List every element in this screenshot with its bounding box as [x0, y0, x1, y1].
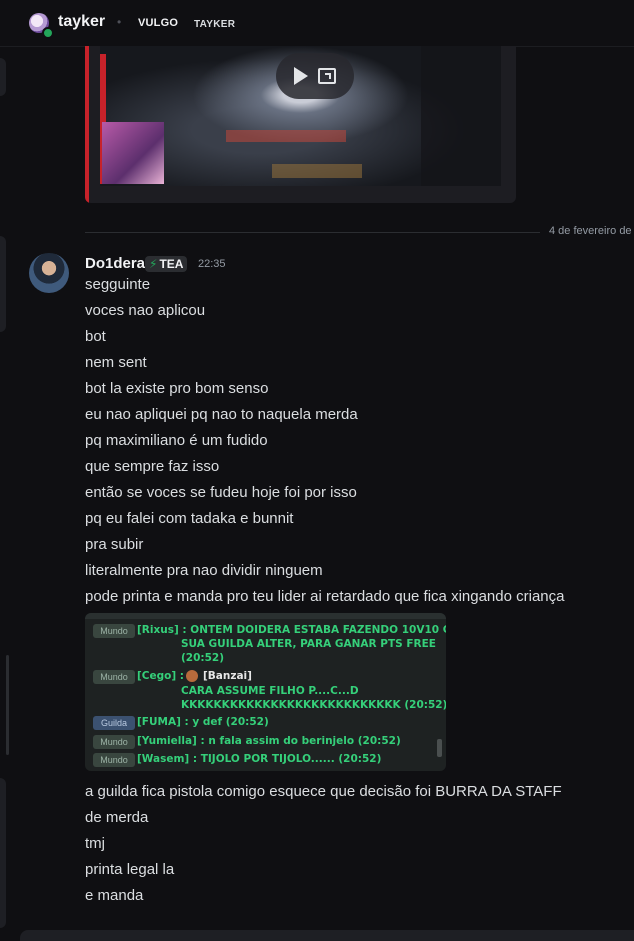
- thumbnail-overlay-image: [102, 122, 164, 184]
- date-divider-line: [85, 232, 540, 233]
- thumbnail-panel: [421, 46, 501, 186]
- message-line: tmj: [85, 835, 105, 852]
- message-line: literalmente pra nao dividir ninguem: [85, 562, 323, 579]
- embed-accent-bar: [85, 46, 89, 203]
- cropped-chat-row: [85, 613, 446, 619]
- date-divider: 4 de fevereiro de: [549, 225, 632, 237]
- message-timestamp: 22:35: [198, 258, 226, 270]
- message-line: pode printa e manda pro teu lider ai ret…: [85, 588, 565, 605]
- header-tag-primary: VULGO: [138, 17, 179, 29]
- message-line: pq eu falei com tadaka e bunnit: [85, 510, 294, 527]
- chat-line: [FUMA] : y def (20:52): [137, 716, 269, 728]
- header-tag-secondary: TAYKER: [194, 19, 236, 30]
- header-username[interactable]: tayker: [58, 13, 105, 31]
- video-controls[interactable]: [276, 53, 354, 99]
- message-author[interactable]: Do1dera: [85, 255, 145, 272]
- online-status-icon: [42, 27, 54, 39]
- message-line: pra subir: [85, 536, 144, 553]
- thumbnail-hotbar: [272, 164, 362, 178]
- external-link-icon[interactable]: [318, 68, 336, 84]
- header-separator: •: [117, 15, 122, 29]
- chat-line: [Rixus] : ONTEM DOIDERA ESTABA FAZENDO 1…: [137, 624, 446, 636]
- chat-line: [Wasem] : TIJOLO POR TIJOLO...... (20:52…: [137, 753, 382, 765]
- chat-line: [Yumiella] : n fala assim do berinjelo (…: [137, 735, 401, 747]
- message-line: voces nao aplicou: [85, 302, 206, 319]
- chat-scrollbar: [437, 739, 442, 757]
- message-line: de merda: [85, 809, 149, 826]
- message-line: segguinte: [85, 276, 151, 293]
- message-line: nem sent: [85, 354, 147, 371]
- message-line: bot: [85, 328, 106, 345]
- image-attachment[interactable]: Mundo [Rixus] : ONTEM DOIDERA ESTABA FAZ…: [85, 613, 446, 771]
- message-line: printa legal la: [85, 861, 175, 878]
- chat-channel-badge: Mundo: [93, 735, 135, 749]
- lightning-icon: ⚡: [149, 257, 158, 271]
- message-composer[interactable]: [20, 930, 634, 941]
- chat-line: CARA ASSUME FILHO P....C...D: [181, 685, 359, 697]
- chat-line: KKKKKKKKKKKKKKKKKKKKKKKKKKK (20:52): [181, 699, 446, 711]
- video-embed[interactable]: [85, 46, 516, 203]
- message-line: eu nao apliquei pq nao to naquela merda: [85, 406, 358, 423]
- chat-line: (20:52): [181, 652, 225, 664]
- strip-segment: [0, 236, 6, 332]
- chat-channel-badge: Mundo: [93, 753, 135, 767]
- message-line: bot la existe pro bom senso: [85, 380, 269, 397]
- play-icon[interactable]: [294, 67, 308, 85]
- message-line: então se voces se fudeu hoje foi por iss…: [85, 484, 357, 501]
- chat-channel-badge: Mundo: [93, 624, 135, 638]
- message-line: a guilda fica pistola comigo esquece que…: [85, 783, 562, 800]
- message-line: que sempre faz isso: [85, 458, 220, 475]
- thumbnail-hud: [226, 130, 346, 142]
- guild-tag-label: TEA: [159, 257, 184, 271]
- strip-segment: [0, 778, 6, 928]
- message-line: pq maximiliano é um fudido: [85, 432, 268, 449]
- chat-line: [Cego] :: [137, 670, 185, 682]
- message-line: e manda: [85, 887, 144, 904]
- server-strip: [0, 0, 8, 941]
- player-portrait-icon: [186, 670, 198, 682]
- chat-line: SUA GUILDA ALTER, PARA GANAR PTS FREE: [181, 638, 436, 650]
- channel-header: tayker • VULGO TAYKER: [0, 0, 634, 47]
- chat-channel-badge: Guilda: [93, 716, 135, 730]
- scrollbar[interactable]: [6, 655, 9, 755]
- chat-channel-badge: Mundo: [93, 670, 135, 684]
- strip-segment: [0, 58, 6, 96]
- guild-tag-badge[interactable]: ⚡ TEA: [145, 256, 188, 272]
- author-avatar[interactable]: [29, 253, 69, 293]
- chat-line: [Banzai]: [203, 670, 252, 682]
- video-thumbnail: [100, 46, 501, 186]
